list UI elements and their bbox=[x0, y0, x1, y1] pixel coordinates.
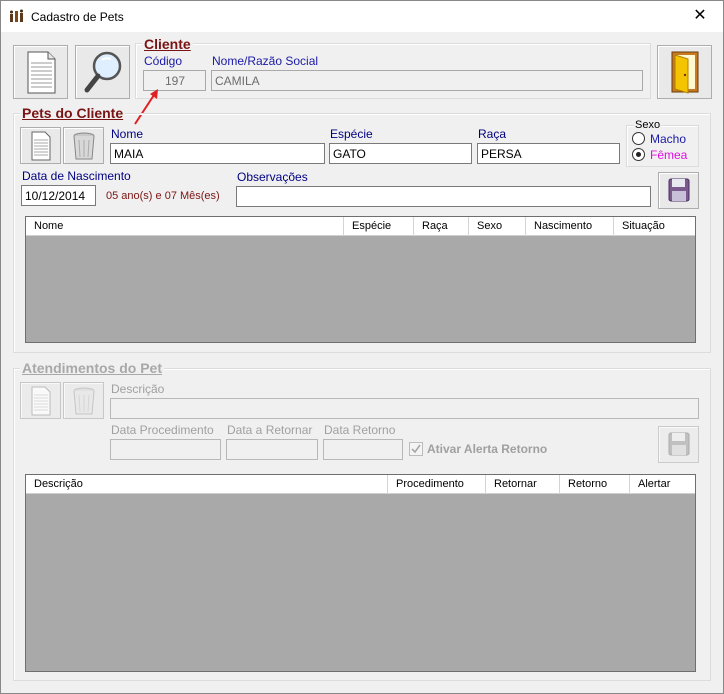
search-client-button[interactable] bbox=[75, 45, 130, 99]
exit-button[interactable] bbox=[657, 45, 712, 99]
atendimentos-grid-header: Descrição Procedimento Retornar Retorno … bbox=[26, 475, 695, 494]
cliente-legend: Cliente bbox=[142, 36, 193, 52]
macho-label[interactable]: Macho bbox=[650, 132, 686, 146]
grid-col-procedimento[interactable]: Procedimento bbox=[388, 475, 486, 494]
codigo-label: Código bbox=[144, 54, 183, 68]
grid-col-nascimento[interactable]: Nascimento bbox=[526, 217, 614, 236]
grid-col-raca[interactable]: Raça bbox=[414, 217, 469, 236]
atendimentos-grid[interactable]: Descrição Procedimento Retornar Retorno … bbox=[25, 474, 696, 672]
new-atendimento-button[interactable] bbox=[20, 382, 61, 419]
trash-icon bbox=[73, 387, 95, 415]
radio-macho[interactable] bbox=[632, 132, 645, 145]
especie-label: Espécie bbox=[330, 127, 373, 141]
observacoes-field[interactable] bbox=[236, 186, 651, 207]
nascimento-label: Data de Nascimento bbox=[22, 169, 131, 183]
data-procedimento-field[interactable] bbox=[110, 439, 221, 460]
observacoes-label: Observações bbox=[237, 170, 308, 184]
new-client-button[interactable] bbox=[13, 45, 68, 99]
save-atendimento-button[interactable] bbox=[658, 426, 699, 463]
delete-pet-button[interactable] bbox=[63, 127, 104, 164]
pets-app-icon bbox=[10, 9, 23, 22]
grid-col-retornar[interactable]: Retornar bbox=[486, 475, 560, 494]
save-pet-button[interactable] bbox=[658, 172, 699, 209]
pets-grid-header: Nome Espécie Raça Sexo Nascimento Situaç… bbox=[26, 217, 695, 236]
new-pet-button[interactable] bbox=[20, 127, 61, 164]
descricao-field[interactable] bbox=[110, 398, 699, 419]
pets-grid[interactable]: Nome Espécie Raça Sexo Nascimento Situaç… bbox=[25, 216, 696, 343]
nome-razao-label: Nome/Razão Social bbox=[212, 54, 319, 68]
grid-col-sexo[interactable]: Sexo bbox=[469, 217, 526, 236]
trash-icon bbox=[73, 132, 95, 160]
especie-field[interactable]: GATO bbox=[329, 143, 472, 164]
alerta-label[interactable]: Ativar Alerta Retorno bbox=[427, 442, 547, 456]
new-document-icon bbox=[31, 386, 51, 416]
data-retornar-field[interactable] bbox=[226, 439, 318, 460]
atendimentos-legend: Atendimentos do Pet bbox=[20, 360, 165, 376]
exit-door-icon bbox=[671, 51, 699, 94]
femea-label[interactable]: Fêmea bbox=[650, 148, 687, 162]
floppy-disk-icon bbox=[668, 432, 690, 456]
grid-col-especie[interactable]: Espécie bbox=[344, 217, 414, 236]
nascimento-field[interactable]: 10/12/2014 bbox=[21, 185, 96, 206]
grid-col-nome[interactable]: Nome bbox=[26, 217, 344, 236]
window-title: Cadastro de Pets bbox=[31, 10, 124, 24]
grid-col-descricao[interactable]: Descrição bbox=[26, 475, 388, 494]
data-retorno-field[interactable] bbox=[323, 439, 403, 460]
cadastro-pets-window: Cadastro de Pets ✕ Cliente Código 197 No… bbox=[0, 0, 724, 694]
radio-femea[interactable] bbox=[632, 148, 645, 161]
pet-nome-field[interactable]: MAIA bbox=[110, 143, 325, 164]
new-document-icon bbox=[27, 51, 56, 94]
new-document-icon bbox=[31, 131, 51, 161]
data-procedimento-label: Data Procedimento bbox=[111, 423, 214, 437]
grid-col-situacao[interactable]: Situação bbox=[614, 217, 694, 236]
descricao-label: Descrição bbox=[111, 382, 165, 396]
close-icon[interactable]: ✕ bbox=[693, 7, 706, 24]
data-retorno-label: Data Retorno bbox=[324, 423, 396, 437]
idade-text: 05 ano(s) e 07 Mês(es) bbox=[106, 190, 220, 202]
delete-atendimento-button[interactable] bbox=[63, 382, 104, 419]
alerta-checkbox[interactable] bbox=[409, 442, 423, 456]
sexo-label: Sexo bbox=[634, 119, 662, 131]
pets-legend: Pets do Cliente bbox=[20, 105, 126, 121]
grid-col-alertar[interactable]: Alertar bbox=[630, 475, 694, 494]
title-bar: Cadastro de Pets ✕ bbox=[1, 1, 723, 32]
close-button[interactable]: ✕ bbox=[677, 1, 723, 32]
magnifier-icon bbox=[84, 51, 122, 93]
floppy-disk-icon bbox=[668, 178, 690, 202]
raca-field[interactable]: PERSA bbox=[477, 143, 620, 164]
grid-col-retorno[interactable]: Retorno bbox=[560, 475, 630, 494]
data-retornar-label: Data a Retornar bbox=[227, 423, 313, 437]
pet-nome-label: Nome bbox=[111, 127, 144, 141]
nome-razao-field[interactable]: CAMILA bbox=[211, 70, 643, 91]
raca-label: Raça bbox=[478, 127, 507, 141]
